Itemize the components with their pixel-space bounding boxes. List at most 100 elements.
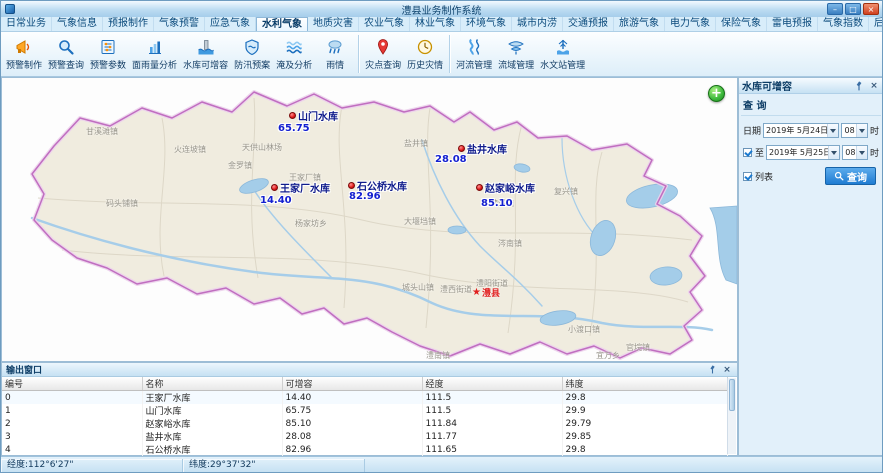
county-seat-label: 澧县 [482,286,500,299]
app-logo-icon [5,4,15,14]
menu-tab-1[interactable]: 日常业务 [1,17,52,31]
reservoir-value-label: 65.75 [278,123,310,134]
cell-id: 2 [2,417,142,430]
cell-lat: 29.85 [562,430,728,443]
map-area[interactable]: 甘溪滩镇火连坡镇天供山林场金罗镇盐井镇码头铺镇王家厂镇杨家坊乡梦溪镇复兴镇大堰垱… [1,77,738,362]
map-town-label: 复兴镇 [554,186,578,197]
to-checkbox[interactable] [743,148,752,157]
menu-tab-4[interactable]: 气象预警 [154,17,205,31]
menu-bar: 日常业务气象信息预报制作气象预警应急气象水利气象地质灾害农业气象林业气象环境气象… [1,17,882,32]
pin-icon[interactable] [706,364,718,376]
scrollbar-thumb[interactable] [729,379,735,411]
star-icon: ★ [472,288,481,298]
table-row[interactable]: 1山门水库65.75111.529.9 [2,404,728,417]
menu-tab-15[interactable]: 保险气象 [716,17,767,31]
title-bar[interactable]: 澧县业务制作系统 – □ × [1,1,882,17]
toolbar-button-alert-make[interactable]: 预警制作 [3,34,45,75]
close-button[interactable]: × [863,3,879,15]
hour-from-select[interactable]: 08 [841,123,868,138]
toolbar-button-disaster-query[interactable]: 灾点查询 [362,34,404,75]
disaster-query-icon [374,38,392,57]
date-from-select[interactable]: 2019年 5月24日 [763,123,839,138]
menu-tab-18[interactable]: 后台管理 [869,17,882,31]
menu-tab-2[interactable]: 气象信息 [52,17,103,31]
menu-tab-10[interactable]: 环境气象 [461,17,512,31]
status-longitude: 经度:112°6'27" [1,459,183,473]
toolbar-button-river-manage[interactable]: 河流管理 [453,34,495,75]
reservoir-dot-icon [458,145,465,152]
menu-tab-6[interactable]: 水利气象 [256,17,308,31]
chevron-down-icon [856,146,867,159]
pin-icon[interactable] [853,80,865,92]
reservoir-marker[interactable]: 王家厂水库 [271,180,330,195]
toolbar-button-rain-info[interactable]: 雨情 [315,34,355,75]
map-town-label: 小渡口镇 [568,324,600,335]
toolbar-button-reservoir-capacity[interactable]: 水库可增容 [180,34,231,75]
reservoir-capacity-icon [197,38,215,57]
toolbar-button-rain-analysis[interactable]: 面雨量分析 [129,34,180,75]
menu-tab-7[interactable]: 地质灾害 [308,17,359,31]
reservoir-value-label: 82.96 [349,191,381,202]
column-header-capacity[interactable]: 可增容 [282,377,422,391]
panel-header: 水库可增容 × [739,78,883,94]
column-header-lat[interactable]: 纬度 [562,377,728,391]
menu-tab-9[interactable]: 林业气象 [410,17,461,31]
maximize-button[interactable]: □ [845,3,861,15]
cell-name: 石公桥水库 [142,443,282,456]
column-header-id[interactable]: 编号 [2,377,142,391]
add-button[interactable]: + [708,85,725,102]
menu-tab-16[interactable]: 雷电预报 [767,17,818,31]
toolbar-button-disaster-history[interactable]: 历史灾情 [404,34,446,75]
table-row[interactable]: 4石公桥水库82.96111.6529.8 [2,443,728,456]
date-to-value: 2019年 5月25日 [767,147,828,158]
date-to-select[interactable]: 2019年 5月25日 [766,145,840,160]
table-row[interactable]: 3盐井水库28.08111.7729.85 [2,430,728,443]
toolbar-button-basin-manage[interactable]: 流域管理 [495,34,537,75]
reservoir-marker[interactable]: 山门水库 [289,108,338,123]
toolbar-button-alert-params[interactable]: 预警参数 [87,34,129,75]
table-row[interactable]: 2赵家峪水库85.10111.8429.79 [2,417,728,430]
reservoir-dot-icon [271,184,278,191]
table-row[interactable]: 0王家厂水库14.40111.529.8 [2,391,728,405]
reservoir-name-label: 王家厂水库 [280,180,330,195]
cell-name: 赵家峪水库 [142,417,282,430]
column-header-lon[interactable]: 经度 [422,377,562,391]
cell-capacity: 85.10 [282,417,422,430]
reservoir-value-label: 28.08 [435,154,467,165]
toolbar-button-hydro-station[interactable]: 水文站管理 [537,34,588,75]
basin-manage-icon [507,38,525,57]
menu-tab-3[interactable]: 预报制作 [103,17,154,31]
toolbar-button-label: 流域管理 [498,58,534,71]
output-close-icon[interactable]: × [721,364,733,376]
menu-tab-5[interactable]: 应急气象 [205,17,256,31]
county-seat-marker: ★澧县 [472,286,500,299]
map-town-label: 杨家坊乡 [295,218,327,229]
list-checkbox[interactable] [743,172,752,181]
app-window: 澧县业务制作系统 – □ × 日常业务气象信息预报制作气象预警应急气象水利气象地… [0,0,883,473]
toolbar-button-inundation[interactable]: 淹及分析 [273,34,315,75]
toolbar-button-label: 预警查询 [48,58,84,71]
query-button[interactable]: 查询 [825,167,876,185]
minimize-button[interactable]: – [827,3,843,15]
map-town-label: 甘溪滩镇 [86,126,118,137]
menu-tab-17[interactable]: 气象指数 [818,17,869,31]
query-button-label: 查询 [847,169,867,184]
disaster-history-icon [416,38,434,57]
hour-to-select[interactable]: 08 [842,145,868,160]
menu-tab-11[interactable]: 城市内涝 [512,17,563,31]
table-scrollbar[interactable] [727,378,736,454]
menu-tab-13[interactable]: 旅游气象 [614,17,665,31]
toolbar-separator [449,35,450,73]
toolbar-button-label: 淹及分析 [276,58,312,71]
reservoir-marker[interactable]: 赵家峪水库 [476,180,535,195]
column-header-name[interactable]: 名称 [142,377,282,391]
toolbar-button-alert-query[interactable]: 预警查询 [45,34,87,75]
toolbar-button-flood-plan[interactable]: 防汛预案 [231,34,273,75]
panel-divider [741,115,881,116]
hour-from-value: 08 [842,126,856,135]
menu-tab-12[interactable]: 交通预报 [563,17,614,31]
menu-tab-8[interactable]: 农业气象 [359,17,410,31]
menu-tab-14[interactable]: 电力气象 [665,17,716,31]
cell-lon: 111.84 [422,417,562,430]
panel-close-icon[interactable]: × [868,80,880,92]
